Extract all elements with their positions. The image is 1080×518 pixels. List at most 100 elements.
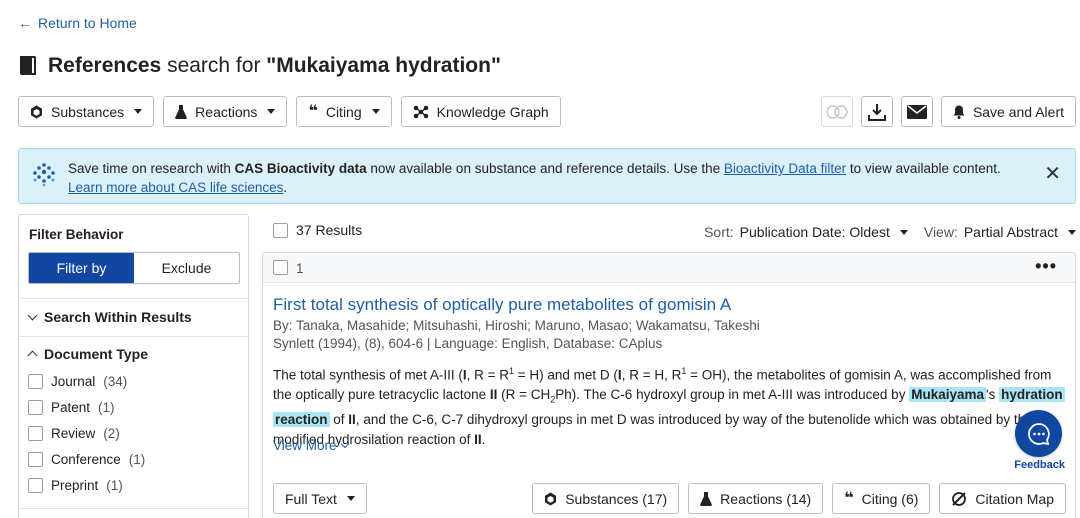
doc-type-journal[interactable]: Journal (34): [28, 374, 127, 389]
hexagon-icon: [31, 105, 42, 118]
flask-icon: [700, 491, 712, 506]
citation-map-label: Citation Map: [975, 490, 1054, 507]
exclude-option[interactable]: Exclude: [134, 253, 239, 283]
graph-icon: [413, 105, 428, 118]
learn-more-link[interactable]: Learn more about CAS life sciences: [68, 180, 283, 195]
more-options-icon[interactable]: •••: [1035, 256, 1057, 277]
download-button[interactable]: [860, 96, 893, 127]
doc-type-label: Journal: [51, 374, 96, 389]
doc-type-conference[interactable]: Conference (1): [28, 452, 145, 467]
bioactivity-icon: [33, 163, 55, 187]
view-dropdown[interactable]: Partial Abstract: [964, 224, 1058, 240]
result-number: 1: [296, 261, 304, 276]
banner-text-1: Save time on research with: [68, 161, 235, 176]
return-to-home-link[interactable]: ← Return to Home: [18, 15, 137, 31]
card-substances-label: Substances (17): [565, 490, 668, 507]
checkbox[interactable]: [28, 400, 43, 415]
substances-dropdown[interactable]: Substances: [18, 96, 155, 127]
bioactivity-filter-link[interactable]: Bioactivity Data filter: [724, 161, 846, 176]
view-label: View:: [923, 224, 958, 240]
reactions-label: Reactions: [195, 103, 258, 120]
filter-behavior-heading: Filter Behavior: [29, 227, 124, 242]
citing-dropdown[interactable]: ❝ Citing: [296, 96, 392, 127]
sort-view-controls: Sort: Publication Date: Oldest View: Par…: [704, 224, 1076, 240]
toolbar: Substances Reactions ❝ Citing Knowledge …: [18, 96, 561, 127]
book-icon: [20, 56, 36, 75]
doc-type-review[interactable]: Review (2): [28, 426, 120, 441]
results-header: 37 Results: [273, 222, 362, 238]
close-icon[interactable]: ✕: [1044, 161, 1061, 186]
sort-label: Sort:: [704, 224, 734, 240]
doc-type-count: (1): [98, 400, 115, 415]
card-reactions-button[interactable]: Reactions (14): [688, 483, 824, 514]
citation-map-button[interactable]: Citation Map: [939, 483, 1066, 514]
quote-icon: ❝: [308, 102, 318, 120]
banner-text-3: to view available content.: [846, 161, 1001, 176]
checkbox[interactable]: [28, 452, 43, 467]
feedback-label[interactable]: Feedback: [1014, 459, 1065, 471]
reference-source: Synlett (1994), (8), 604-6 | Language: E…: [273, 336, 663, 351]
caret-down-icon: [1068, 229, 1076, 235]
feedback-button[interactable]: [1015, 410, 1062, 457]
result-checkbox[interactable]: [273, 260, 288, 275]
page-title: References search for "Mukaiyama hydrati…: [18, 54, 501, 78]
checkbox[interactable]: [28, 478, 43, 493]
download-icon: [867, 103, 886, 121]
doc-type-preprint[interactable]: Preprint (1): [28, 478, 123, 493]
email-button[interactable]: [900, 96, 933, 127]
doc-type-count: (1): [128, 452, 146, 467]
card-actions: Substances (17) Reactions (14) ❝ Citing …: [532, 483, 1066, 514]
card-citing-label: Citing (6): [861, 490, 919, 507]
select-all-checkbox[interactable]: [273, 222, 288, 238]
search-within-results-toggle[interactable]: Search Within Results: [27, 309, 192, 325]
chevron-up-icon: [27, 350, 38, 361]
arrow-left-icon: ←: [18, 15, 32, 31]
filter-by-option[interactable]: Filter by: [29, 253, 134, 283]
doc-type-label: Patent: [51, 400, 91, 415]
sort-dropdown[interactable]: Publication Date: Oldest: [740, 224, 890, 240]
filter-behavior-toggle: Filter by Exclude: [28, 252, 240, 284]
citation-map-icon: [952, 491, 967, 506]
document-type-label: Document Type: [44, 346, 148, 362]
checkbox[interactable]: [28, 426, 43, 441]
full-text-label: Full Text: [285, 490, 337, 507]
doc-type-label: Preprint: [51, 478, 99, 493]
title-rest: search for: [161, 54, 267, 77]
knowledge-graph-button[interactable]: Knowledge Graph: [400, 96, 561, 127]
card-citing-button[interactable]: ❝ Citing (6): [832, 483, 931, 514]
reference-abstract: The total synthesis of met A-III (I, R =…: [273, 366, 1065, 447]
info-banner: Save time on research with CAS Bioactivi…: [18, 148, 1076, 204]
knowledge-graph-label: Knowledge Graph: [436, 103, 549, 120]
caret-down-icon: [267, 109, 276, 114]
flask-icon: [175, 104, 187, 119]
chat-bubble-icon: [1027, 422, 1050, 445]
filter-sidebar: Filter Behavior Filter by Exclude Search…: [18, 214, 249, 518]
card-reactions-label: Reactions (14): [720, 490, 812, 507]
banner-text-2: now available on substance and reference…: [366, 161, 724, 176]
view-more-link[interactable]: View More: [273, 438, 349, 453]
bell-icon: [953, 105, 965, 119]
document-type-toggle[interactable]: Document Type: [27, 346, 148, 362]
doc-type-count: (1): [106, 478, 123, 493]
doc-type-label: Review: [51, 426, 96, 441]
compare-button[interactable]: [820, 96, 853, 127]
result-card: 1 ••• First total synthesis of optically…: [262, 252, 1076, 518]
doc-type-count: (2): [103, 426, 120, 441]
card-header: 1 •••: [263, 253, 1075, 283]
banner-text-end: .: [283, 180, 288, 195]
doc-type-count: (34): [103, 374, 128, 389]
save-and-alert-button[interactable]: Save and Alert: [940, 96, 1076, 127]
hexagon-icon: [545, 492, 557, 505]
envelope-icon: [906, 104, 927, 119]
substances-label: Substances: [51, 103, 125, 120]
divider: [19, 336, 248, 337]
return-label: Return to Home: [38, 15, 137, 31]
chevron-down-icon: [340, 439, 349, 448]
caret-down-icon: [371, 109, 380, 114]
checkbox[interactable]: [28, 374, 43, 389]
full-text-dropdown[interactable]: Full Text: [273, 483, 367, 514]
reference-title-link[interactable]: First total synthesis of optically pure …: [273, 295, 731, 315]
reactions-dropdown[interactable]: Reactions: [163, 96, 288, 127]
card-substances-button[interactable]: Substances (17): [532, 483, 680, 514]
doc-type-patent[interactable]: Patent (1): [28, 400, 115, 415]
